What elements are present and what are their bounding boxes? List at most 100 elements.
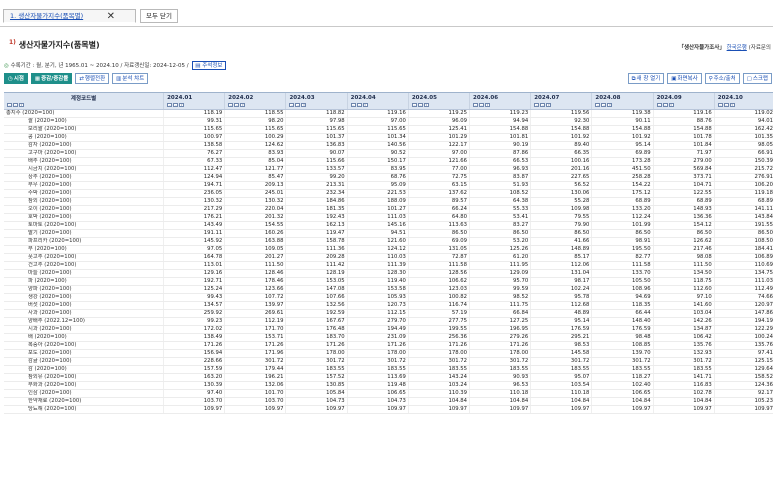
column-filter-toggle-icon[interactable]: −: [662, 102, 668, 107]
table-row[interactable]: 사과 (2020=100) 259.92 269.61 192.59 112.15 57.…: [4, 309, 773, 318]
table-cell: 106.20: [714, 181, 773, 190]
column-filter-toggle-icon[interactable]: −: [167, 102, 173, 107]
table-row[interactable]: 양파 (2020=100) 125.24 123.66 147.08 153.58 123…: [4, 285, 773, 294]
column-filter-toggle-icon[interactable]: −: [289, 102, 295, 107]
column-header-item[interactable]: 계정코드별: [4, 93, 165, 102]
column-filter-toggle-icon[interactable]: −: [411, 102, 417, 107]
column-filter-toggle-icon[interactable]: −: [601, 102, 607, 107]
column-header-month[interactable]: 2024.02: [224, 93, 287, 102]
table-row[interactable]: 시과 (2020=100) 172.02 171.70 176.48 194.49 199…: [4, 325, 773, 334]
column-filter-toggle-icon[interactable]: −: [295, 102, 301, 107]
column-filter-toggle-icon[interactable]: −: [656, 102, 662, 107]
table-cell: 116.83: [653, 381, 715, 390]
table-row[interactable]: 상추 (2020=100) 124.94 85.47 99.20 68.76 72.75 8…: [4, 173, 773, 182]
table-row[interactable]: 버섯 (2020=100) 134.57 139.97 132.56 120.73 116…: [4, 301, 773, 310]
analysis-chart-button[interactable]: ▥분석 챠트: [112, 73, 149, 84]
column-filter-toggle-icon[interactable]: ▾: [485, 102, 491, 107]
screen-copy-button[interactable]: ▣화면복사: [667, 73, 702, 84]
table-row[interactable]: 한약재료 (2020=100) 103.70 103.70 104.73 104.73 1…: [4, 397, 773, 406]
transpose-button[interactable]: ⇄행렬전환: [75, 73, 110, 84]
close-icon[interactable]: ✕: [107, 10, 115, 23]
address-source-button[interactable]: ⚲주소/출처: [704, 73, 740, 84]
column-filter-toggle-icon[interactable]: ▾: [607, 102, 613, 107]
table-cell: 118.55: [224, 109, 287, 118]
column-filter-toggle-icon[interactable]: −: [356, 102, 362, 107]
table-row[interactable]: 생강 (2020=100) 99.43 107.72 107.66 105.93 100.…: [4, 293, 773, 302]
table-row[interactable]: 마늘 (2020=100) 129.16 128.46 128.19 128.30 128…: [4, 269, 773, 278]
table-row[interactable]: 고구마 (2020=100) 76.27 83.93 90.07 90.52 97.00 8…: [4, 149, 773, 158]
column-header-month[interactable]: 2024.01: [163, 93, 226, 102]
close-all-button[interactable]: 모두 닫기: [140, 9, 178, 23]
column-header-month[interactable]: 2024.04: [347, 93, 409, 102]
column-header-month[interactable]: 2024.08: [591, 93, 654, 102]
column-filter-toggle-icon[interactable]: −: [228, 102, 234, 107]
column-header-month[interactable]: 2024.09: [653, 93, 715, 102]
table-row[interactable]: 무 (2020=100) 97.05 109.05 111.36 124.12 131.0…: [4, 245, 773, 254]
table-row[interactable]: 풋고추 (2020=100) 164.78 201.27 209.28 110.03 72…: [4, 253, 773, 262]
table-row[interactable]: 쌀 (2020=100) 99.31 98.20 97.98 97.00 96.09 94.…: [4, 117, 773, 126]
table-row[interactable]: 참외유 (2020=100) 163.20 196.21 157.52 113.69 14…: [4, 373, 773, 382]
table-row[interactable]: 복숭아 (2020=100) 171.26 171.26 171.26 171.26 17…: [4, 341, 773, 350]
column-filter-toggle-icon[interactable]: −: [350, 102, 356, 107]
column-filter-toggle-icon[interactable]: −: [473, 102, 479, 107]
column-filter-toggle-icon[interactable]: ▾: [19, 102, 24, 107]
column-filter-toggle-icon[interactable]: ▾: [546, 102, 552, 107]
table-row[interactable]: 콩 (2020=100) 100.97 100.29 101.37 101.34 101.…: [4, 133, 773, 142]
table-row[interactable]: 감귤 (2020=100) 228.66 301.72 301.72 301.72 301…: [4, 357, 773, 366]
column-filter-toggle-icon[interactable]: −: [7, 102, 12, 107]
column-header-month[interactable]: 2024.05: [408, 93, 471, 102]
source-org-link[interactable]: 한국은행: [727, 45, 747, 51]
table-row[interactable]: 배 (2020=100) 138.49 153.71 183.70 231.09 256.…: [4, 333, 773, 342]
table-row[interactable]: 건고추 (2020=100) 113.01 111.50 111.42 111.39 11…: [4, 261, 773, 270]
table-row[interactable]: 배추 (2020=100) 67.33 85.04 115.66 150.17 121.6…: [4, 157, 773, 166]
column-filter-toggle-icon[interactable]: −: [417, 102, 423, 107]
column-filter-toggle-icon[interactable]: ▾: [362, 102, 368, 107]
column-header-month[interactable]: 2024.06: [469, 93, 532, 102]
column-header-month[interactable]: 2024.03: [285, 93, 348, 102]
table-row[interactable]: 당뇨해 (2020=100) 109.97 109.97 109.97 109.97 10…: [4, 405, 773, 414]
table-row[interactable]: 무우 (2020=100) 194.71 209.13 213.31 95.09 63.1…: [4, 181, 773, 190]
column-filter-toggle-icon[interactable]: −: [723, 102, 729, 107]
table-row[interactable]: 시금치 (2020=100) 112.47 121.77 133.57 83.95 77.…: [4, 165, 773, 174]
table-row[interactable]: 호박 (2020=100) 176.21 201.32 192.43 111.03 64.…: [4, 213, 773, 222]
table-row[interactable]: 참외 (2020=100) 130.32 130.32 184.86 188.09 89.…: [4, 197, 773, 206]
table-row[interactable]: 총지수 (2020=100) 118.19 118.55 118.82 119.16 11…: [4, 109, 773, 118]
column-filter-toggle-icon[interactable]: ▾: [179, 102, 185, 107]
column-filter-toggle-icon[interactable]: ▾: [240, 102, 246, 107]
table-row[interactable]: 감 (2020=100) 157.59 179.44 183.55 183.55 183.…: [4, 365, 773, 374]
table-row[interactable]: 수박 (2020=100) 236.05 245.01 232.34 221.53 137…: [4, 189, 773, 198]
column-filter-toggle-icon[interactable]: ▾: [301, 102, 307, 107]
column-filter-toggle-icon[interactable]: −: [534, 102, 540, 107]
column-filter-toggle-icon[interactable]: −: [540, 102, 546, 107]
column-header-month[interactable]: 2024.10: [714, 93, 773, 102]
change-rate-button[interactable]: ▦증감/증감률: [30, 73, 73, 84]
table-row[interactable]: 인삼 (2020=100) 97.40 101.70 105.84 106.65 110.…: [4, 389, 773, 398]
period-button[interactable]: ◷시점: [4, 73, 28, 84]
new-window-button[interactable]: ⧉새 창 열기: [627, 73, 665, 84]
table-row[interactable]: 딸기 (2020=100) 191.11 160.26 119.47 94.51 86.5…: [4, 229, 773, 238]
column-filter-toggle-icon[interactable]: ▾: [423, 102, 429, 107]
table-row[interactable]: 파프리카 (2020=100) 145.92 163.88 158.78 121.60 6…: [4, 237, 773, 246]
tab-producer-price-index[interactable]: 1. 생산자물가지수(품목별) ✕: [3, 9, 136, 23]
annotation-info-button[interactable]: ▤ 주석정보: [192, 61, 226, 70]
column-filter-toggle-icon[interactable]: ▾: [729, 102, 735, 107]
scrap-button[interactable]: ▢스크랩: [742, 73, 772, 84]
column-filter-toggle-icon[interactable]: −: [595, 102, 601, 107]
table-row[interactable]: 보리쌀 (2020=100) 115.65 115.65 115.65 115.65 12…: [4, 125, 773, 134]
column-filter-toggle-icon[interactable]: −: [717, 102, 723, 107]
table-row[interactable]: 감자 (2020=100) 138.58 124.62 136.83 140.56 122…: [4, 141, 773, 150]
column-header-month[interactable]: 2024.07: [530, 93, 593, 102]
table-row[interactable]: 오이 (2020=100) 217.29 220.04 181.35 101.27 66.…: [4, 205, 773, 214]
table-row[interactable]: 토마토 (2020=100) 143.49 154.55 162.13 145.16 11…: [4, 221, 773, 230]
table-row[interactable]: 무화과 (2020=100) 130.39 132.06 130.85 119.48 10…: [4, 381, 773, 390]
tab-label[interactable]: 1. 생산자물가지수(품목별): [10, 12, 83, 20]
table-row[interactable]: 양배추 (2022.12=100) 99.23 112.19 167.67 279.70…: [4, 317, 773, 326]
table-cell: 137.62: [408, 189, 471, 198]
column-filter-toggle-icon[interactable]: −: [234, 102, 240, 107]
column-filter-toggle-icon[interactable]: ▾: [668, 102, 674, 107]
table-row[interactable]: 포도 (2020=100) 156.94 171.96 178.00 178.00 178…: [4, 349, 773, 358]
table-row[interactable]: 파 (2020=100) 192.71 178.46 153.05 119.40 106.…: [4, 277, 773, 286]
column-filter-toggle-icon[interactable]: −: [479, 102, 485, 107]
column-filter-toggle-icon[interactable]: −: [13, 102, 18, 107]
column-filter-toggle-icon[interactable]: −: [173, 102, 179, 107]
